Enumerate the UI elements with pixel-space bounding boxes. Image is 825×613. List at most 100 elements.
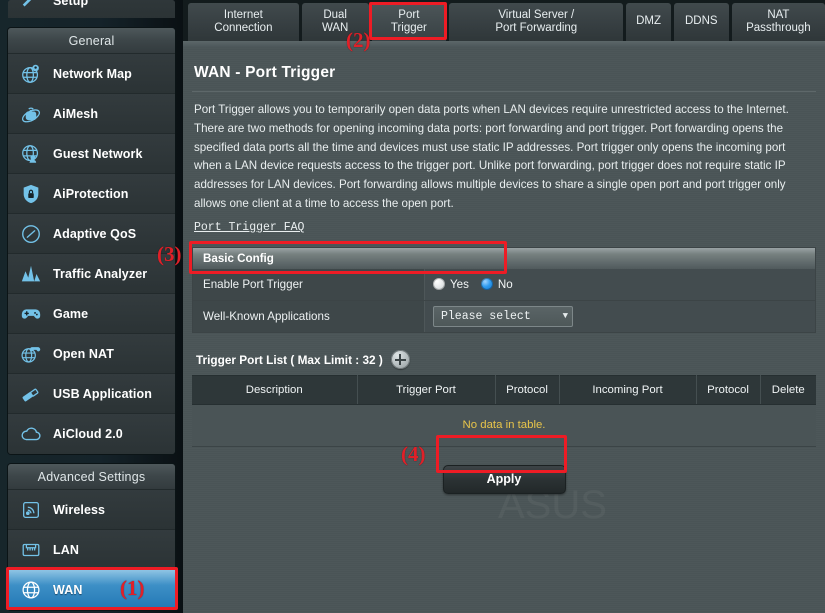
sidebar-item-wireless[interactable]: Wireless (8, 490, 175, 530)
gamepad-icon (20, 303, 42, 325)
radio-yes[interactable] (433, 278, 445, 291)
aimesh-icon (20, 103, 42, 125)
tab-label-line2: Connection (214, 22, 273, 34)
open-nat-icon (20, 343, 42, 365)
sidebar-item-label: Game (53, 306, 89, 321)
sidebar-group-header: General (8, 28, 175, 54)
sidebar-item-network-map[interactable]: Network Map (8, 54, 175, 94)
radio-yes-label: Yes (450, 277, 469, 291)
column-header-protocol-2: Protocol (696, 374, 761, 405)
tab-label-line1: Port (398, 8, 420, 21)
tab-label-line2: WAN (321, 22, 349, 34)
content-panel: ASUS WAN - Port Trigger Port Trigger all… (157, 48, 825, 613)
sidebar-item-label: Network Map (53, 66, 132, 81)
chevron-down-icon: ▼ (562, 311, 568, 322)
tab-label-line1: DMZ (636, 15, 662, 28)
table-empty-row: No data in table. (192, 404, 816, 447)
sidebar-item-lan[interactable]: LAN (8, 530, 175, 570)
sidebar-item-adaptive-qos[interactable]: Adaptive QoS (8, 214, 175, 254)
sidebar-group-header: Advanced Settings (8, 464, 175, 490)
sidebar-item-label: AiCloud 2.0 (53, 427, 123, 441)
tab-label-line1: Internet (223, 8, 263, 21)
sidebar-group-advanced-settings: Advanced Settings Wireless LAN WAN (8, 464, 175, 610)
sidebar-item-label: Traffic Analyzer (53, 266, 148, 281)
sidebar-item-aicloud[interactable]: AiCloud 2.0 (8, 414, 175, 454)
cloud-icon (20, 423, 42, 445)
usb-icon (20, 383, 42, 405)
trigger-port-table: Description Trigger Port Protocol Incomi… (192, 374, 816, 447)
tab-label-line2: Passthrough (746, 22, 811, 34)
lan-port-icon (20, 539, 42, 561)
sidebar-item-game[interactable]: Game (8, 294, 175, 334)
column-header-incoming-port: Incoming Port (559, 374, 697, 405)
enable-port-trigger-row: Enable Port Trigger Yes No (192, 268, 816, 301)
port-trigger-faq-link[interactable]: Port Trigger FAQ (194, 221, 304, 234)
asus-router-admin-screen: Setup General Network Map AiMesh Guest N… (0, 0, 825, 613)
tab-ddns[interactable]: DDNS (673, 3, 729, 41)
plus-circle-icon[interactable] (390, 350, 410, 370)
sidebar-group-general: General Network Map AiMesh Guest Network (8, 28, 175, 454)
page-title: WAN - Port Trigger (194, 64, 336, 81)
sidebar-item-aimesh[interactable]: AiMesh (8, 94, 175, 134)
sidebar-item-label: Setup (53, 0, 89, 8)
sidebar-item-label: Guest Network (53, 146, 143, 161)
well-known-applications-value: Please select (441, 309, 531, 323)
tab-dual-wan[interactable]: Dual WAN (301, 3, 369, 41)
globe-icon (20, 579, 42, 601)
sidebar-item-label: Open NAT (53, 346, 114, 361)
sidebar-item-aiprotection[interactable]: AiProtection (8, 174, 175, 214)
apply-button[interactable]: Apply (442, 464, 566, 494)
sidebar-item-label: Adaptive QoS (53, 226, 137, 241)
title-divider (192, 91, 816, 92)
traffic-chart-icon (20, 263, 42, 285)
tab-nat-passthrough[interactable]: NAT Passthrough (731, 3, 825, 41)
table-header-row: Description Trigger Port Protocol Incomi… (192, 374, 816, 405)
trigger-port-list-bar: Trigger Port List ( Max Limit : 32 ) (192, 345, 816, 375)
tab-label-line1: Virtual Server / (498, 8, 575, 21)
enable-port-trigger-yes-option[interactable]: Yes (433, 278, 469, 291)
sidebar-item-label: LAN (53, 542, 79, 557)
well-known-applications-select[interactable]: Please select ▼ (433, 305, 573, 327)
table-empty-message: No data in table. (192, 404, 816, 447)
sidebar-item-setup[interactable]: Setup (8, 0, 175, 18)
guest-network-icon (20, 143, 42, 165)
tab-label-line1: Dual (323, 8, 347, 21)
speedometer-icon (20, 223, 42, 245)
sidebar-item-usb-application[interactable]: USB Application (8, 374, 175, 414)
sidebar-item-label: USB Application (53, 386, 152, 401)
tab-internet-connection[interactable]: Internet Connection (188, 3, 299, 41)
well-known-applications-label: Well-Known Applications (193, 300, 425, 332)
tab-virtual-server-port-forwarding[interactable]: Virtual Server / Port Forwarding (449, 3, 624, 41)
tab-strip: Internet Connection Dual WAN Port Trigger V… (183, 0, 825, 41)
column-header-protocol-1: Protocol (495, 374, 560, 405)
sidebar-item-label: AiProtection (53, 186, 129, 201)
wireless-icon (20, 499, 42, 521)
tab-port-trigger[interactable]: Port Trigger (371, 3, 447, 41)
enable-port-trigger-no-option[interactable]: No (480, 277, 513, 291)
wrench-icon (20, 0, 42, 12)
radio-no[interactable] (480, 278, 493, 291)
page-description: Port Trigger allows you to temporarily o… (194, 103, 789, 210)
radio-no-label: No (497, 277, 513, 291)
well-known-applications-row: Well-Known Applications Please select ▼ (192, 300, 816, 333)
column-header-description: Description (192, 374, 358, 405)
column-header-trigger-port: Trigger Port (357, 374, 496, 405)
tab-strip-underline (183, 41, 825, 48)
sidebar-item-label: WAN (53, 583, 83, 597)
sidebar-nav: Setup General Network Map AiMesh Guest N… (0, 0, 183, 613)
sidebar-item-traffic-analyzer[interactable]: Traffic Analyzer (8, 254, 175, 294)
sidebar-item-label: AiMesh (53, 106, 99, 121)
trigger-port-list-title: Trigger Port List ( Max Limit : 32 ) (196, 352, 383, 367)
basic-config-header: Basic Config (192, 246, 816, 269)
sidebar-item-wan[interactable]: WAN (8, 570, 175, 610)
enable-port-trigger-label: Enable Port Trigger (193, 268, 425, 300)
column-header-delete: Delete (760, 374, 816, 405)
tab-label-line2: Trigger (390, 22, 427, 34)
sidebar-item-open-nat[interactable]: Open NAT (8, 334, 175, 374)
main-pane: Internet Connection Dual WAN Port Trigger V… (157, 0, 825, 613)
table-body: No data in table. (192, 404, 816, 447)
sidebar-item-guest-network[interactable]: Guest Network (8, 134, 175, 174)
network-map-icon (20, 63, 42, 85)
tab-dmz[interactable]: DMZ (626, 3, 671, 41)
sidebar-item-label: Wireless (53, 502, 106, 517)
